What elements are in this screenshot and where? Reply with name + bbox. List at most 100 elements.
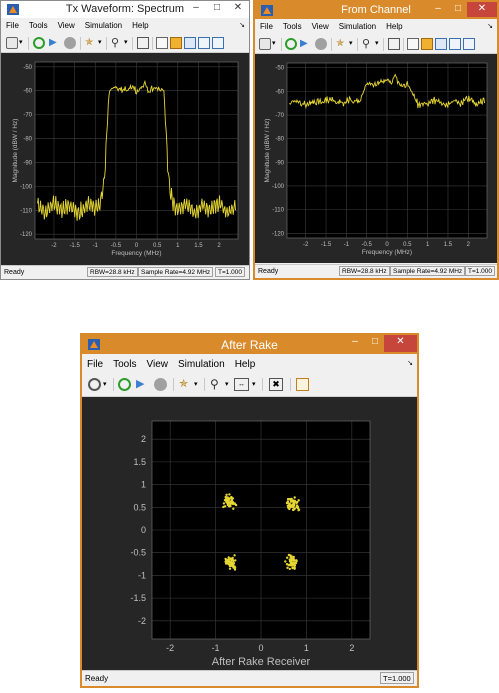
title-bar[interactable]: Tx Waveform: Spectrum – □ ✕: [1, 1, 249, 18]
minimize-button[interactable]: –: [344, 335, 366, 350]
measurements-icon[interactable]: [296, 378, 309, 391]
menu-help[interactable]: Help: [127, 18, 153, 30]
ccdf-icon[interactable]: [463, 38, 475, 50]
autoscale-icon[interactable]: [388, 38, 400, 50]
menu-simulation[interactable]: Simulation: [80, 18, 127, 30]
y-tick-label: 0.5: [133, 502, 146, 512]
minimize-button[interactable]: –: [185, 1, 207, 16]
settings-icon[interactable]: [259, 38, 271, 50]
status-bar: Ready T=1.000: [82, 670, 417, 686]
time-readout: T=1.000: [465, 266, 496, 276]
stop-icon[interactable]: [64, 37, 76, 49]
x-tick-label: -2: [303, 242, 309, 248]
zoom-in-icon[interactable]: ⚲: [362, 38, 374, 50]
peak-finder-icon[interactable]: [170, 37, 182, 49]
highlight-icon[interactable]: ✯: [336, 38, 348, 50]
settings-icon[interactable]: [6, 37, 18, 49]
y-tick-label: 0: [141, 525, 146, 535]
y-axis-label: Magnitude (dBW / Hz): [12, 119, 19, 183]
stop-icon[interactable]: [315, 38, 327, 50]
y-tick-label: -80: [23, 137, 32, 143]
menu-file[interactable]: File: [255, 19, 278, 31]
constellation-point: [234, 503, 238, 507]
menu-view[interactable]: View: [307, 19, 334, 31]
run-icon[interactable]: [285, 38, 297, 50]
menu-tools[interactable]: Tools: [108, 356, 141, 370]
settings-icon[interactable]: [88, 378, 101, 391]
y-tick-label: -70: [23, 113, 32, 119]
distortion-icon[interactable]: [198, 37, 210, 49]
dropdown-arrow-icon[interactable]: ▾: [252, 378, 258, 390]
dropdown-arrow-icon[interactable]: ▾: [225, 378, 231, 390]
ccdf-icon[interactable]: [212, 37, 224, 49]
run-icon[interactable]: [118, 378, 131, 391]
scale-axes-icon[interactable]: ↔: [234, 378, 249, 391]
menu-dock-arrow-icon[interactable]: ↘: [487, 22, 493, 30]
dropdown-arrow-icon[interactable]: ▾: [19, 37, 25, 49]
step-forward-icon[interactable]: ▶: [49, 37, 61, 49]
menu-tools[interactable]: Tools: [24, 18, 53, 30]
edit-icon[interactable]: [156, 37, 168, 49]
distortion-icon[interactable]: [449, 38, 461, 50]
menu-dock-arrow-icon[interactable]: ↘: [239, 21, 245, 29]
cursor-measurements-icon[interactable]: [184, 37, 196, 49]
menu-view[interactable]: View: [53, 18, 80, 30]
window-tx-spectrum: Tx Waveform: Spectrum – □ ✕ File Tools Vie…: [0, 0, 250, 280]
constellation-point: [288, 563, 291, 566]
menu-bar: File Tools View Simulation Help ↘: [82, 356, 417, 374]
dropdown-arrow-icon[interactable]: ▾: [98, 37, 104, 49]
dropdown-arrow-icon[interactable]: ▾: [349, 38, 355, 50]
window-after-rake: After Rake – □ ✕ File Tools View Simulation…: [80, 333, 419, 688]
rbw-readout: RBW=28.8 kHz: [87, 267, 138, 277]
close-button[interactable]: ✕: [384, 335, 417, 352]
plot-area: -2 -1 0 1 2 2 1.5 1 0.5 0 -0.5 -1 -1.5 -2 After Rake R…: [82, 397, 417, 671]
step-forward-icon[interactable]: ▶: [300, 38, 312, 50]
stop-icon[interactable]: [154, 378, 167, 391]
constellation-point: [228, 493, 231, 496]
step-forward-icon[interactable]: ▶: [136, 378, 148, 390]
menu-simulation[interactable]: Simulation: [334, 19, 381, 31]
menu-file[interactable]: File: [82, 356, 108, 370]
menu-dock-arrow-icon[interactable]: ↘: [407, 359, 413, 367]
zoom-in-icon[interactable]: ⚲: [210, 378, 222, 391]
maximize-button[interactable]: □: [207, 1, 227, 16]
highlight-icon[interactable]: ✯: [85, 37, 97, 49]
minimize-button[interactable]: –: [427, 2, 449, 17]
title-bar[interactable]: After Rake – □ ✕: [82, 335, 417, 354]
maximize-button[interactable]: □: [366, 335, 384, 350]
dropdown-arrow-icon[interactable]: ▾: [272, 38, 278, 50]
autoscale-icon[interactable]: [137, 37, 149, 49]
constellation-point: [293, 562, 296, 565]
dropdown-arrow-icon[interactable]: ▾: [103, 378, 109, 390]
highlight-icon[interactable]: ✯: [179, 378, 191, 390]
cursor-measurements-icon[interactable]: [435, 38, 447, 50]
title-bar[interactable]: From Channel – □ ✕: [255, 2, 497, 19]
maximize-button[interactable]: □: [449, 2, 467, 17]
run-icon[interactable]: [33, 37, 45, 49]
dropdown-arrow-icon[interactable]: ▾: [124, 37, 130, 49]
y-tick-label: -90: [23, 160, 32, 166]
constellation-point: [292, 506, 295, 509]
dropdown-arrow-icon[interactable]: ▾: [375, 38, 381, 50]
menu-help[interactable]: Help: [381, 19, 407, 31]
x-tick-label: 1.5: [194, 243, 203, 249]
y-tick-label: -100: [20, 184, 33, 190]
menu-file[interactable]: File: [1, 18, 24, 30]
menu-tools[interactable]: Tools: [278, 19, 307, 31]
close-button[interactable]: ✕: [227, 1, 249, 16]
constellation-plot: -2 -1 0 1 2 2 1.5 1 0.5 0 -0.5 -1 -1.5 -2 After Rake R…: [130, 420, 371, 668]
dropdown-arrow-icon[interactable]: ▾: [194, 378, 200, 390]
peak-finder-icon[interactable]: [421, 38, 433, 50]
status-ready: Ready: [4, 269, 25, 276]
menu-help[interactable]: Help: [230, 356, 261, 370]
constellation-point: [227, 498, 231, 501]
sample-rate-readout: Sample Rate=4.92 MHz: [138, 267, 214, 277]
menu-view[interactable]: View: [141, 356, 173, 370]
x-tick-label: -2: [166, 643, 174, 653]
zoom-in-icon[interactable]: ⚲: [111, 37, 123, 49]
menu-simulation[interactable]: Simulation: [173, 356, 230, 370]
spectrum-plot: -2 -1.5 -1 -0.5 0 0.5 1 1.5 2 -50 -60 -70 -80 -90 -100…: [12, 61, 239, 257]
constellation-settings-icon[interactable]: ✖: [269, 378, 283, 391]
close-button[interactable]: ✕: [467, 2, 497, 17]
edit-icon[interactable]: [407, 38, 419, 50]
